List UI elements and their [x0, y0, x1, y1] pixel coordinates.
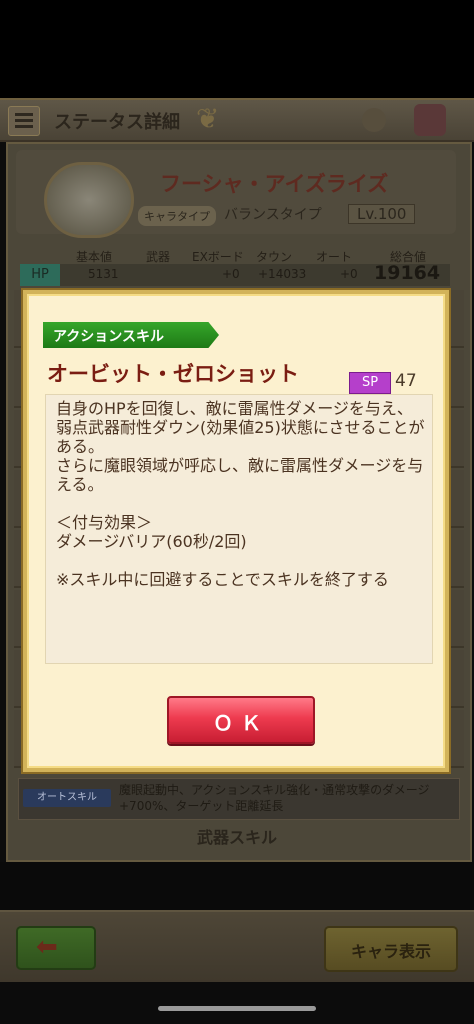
character-type-value: バランスタイプ: [224, 207, 322, 223]
menu-button[interactable]: [8, 106, 40, 136]
character-type-label: キャラタイプ: [138, 206, 216, 226]
hp-auto: +0: [340, 267, 358, 281]
page-title: ステータス詳細: [54, 112, 180, 133]
hp-total: 19164: [374, 262, 441, 284]
back-button[interactable]: ⬅: [16, 926, 96, 970]
stat-header-weapon: 武器: [146, 250, 171, 264]
ornament-icon: ❦: [196, 102, 220, 135]
lock-icon[interactable]: [362, 108, 386, 132]
hp-row: HP 5131 +0 +14033 +0 19164: [20, 262, 450, 286]
header-bar: ステータス詳細 ❦: [0, 98, 474, 142]
character-name: フーシャ・アイズライズ: [160, 172, 389, 196]
ok-button-label: ＯＫ: [213, 711, 269, 735]
hp-exboard: +0: [222, 267, 240, 281]
stat-header-auto: オート: [316, 250, 353, 264]
action-skill-tag-label: アクションスキル: [53, 329, 165, 345]
stat-header-exboard: EXボード: [192, 250, 244, 264]
weapon-skill-heading: 武器スキル: [196, 828, 277, 847]
favorite-heart-icon[interactable]: [414, 104, 446, 136]
character-level: Lv.100: [348, 204, 416, 224]
skill-detail-dialog: アクションスキル オービット・ゼロショット SP 47 自身のHPを回復し、敵に…: [23, 290, 449, 772]
character-display-button[interactable]: キャラ表示: [324, 926, 458, 972]
stat-header-town: タウン: [256, 250, 293, 264]
hp-base: 5131: [88, 267, 119, 281]
spacer: [0, 862, 474, 910]
menu-icon: [15, 113, 33, 116]
skill-description-box[interactable]: 自身のHPを回復し、敵に雷属性ダメージを与え、弱点武器耐性ダウン(効果値25)状…: [45, 394, 433, 664]
sp-badge: SP: [349, 372, 391, 394]
auto-skill-label: オートスキル: [23, 789, 111, 807]
ok-button[interactable]: ＯＫ: [167, 696, 315, 744]
auto-skill-row: オートスキル 魔眼起動中、アクションスキル強化・通常攻撃のダメージ+700%、タ…: [18, 778, 460, 820]
status-bar-area: [0, 0, 474, 98]
action-skill-tag: アクションスキル: [43, 322, 219, 348]
skill-description: 自身のHPを回復し、敵に雷属性ダメージを与え、弱点武器耐性ダウン(効果値25)状…: [56, 399, 425, 589]
hp-town: +14033: [258, 267, 307, 281]
sp-value: 47: [395, 371, 417, 391]
back-arrow-icon: ⬅: [36, 932, 58, 962]
hp-label: HP: [20, 264, 60, 286]
auto-skill-text: 魔眼起動中、アクションスキル強化・通常攻撃のダメージ+700%、ターゲット距離延…: [119, 783, 430, 813]
character-display-label: キャラ表示: [350, 942, 431, 961]
character-portrait: [44, 162, 134, 238]
home-indicator: [158, 1006, 316, 1011]
bottom-bar: ⬅ キャラ表示: [0, 910, 474, 982]
skill-name: オービット・ゼロショット: [47, 362, 299, 386]
stat-header-base: 基本値: [76, 250, 113, 264]
